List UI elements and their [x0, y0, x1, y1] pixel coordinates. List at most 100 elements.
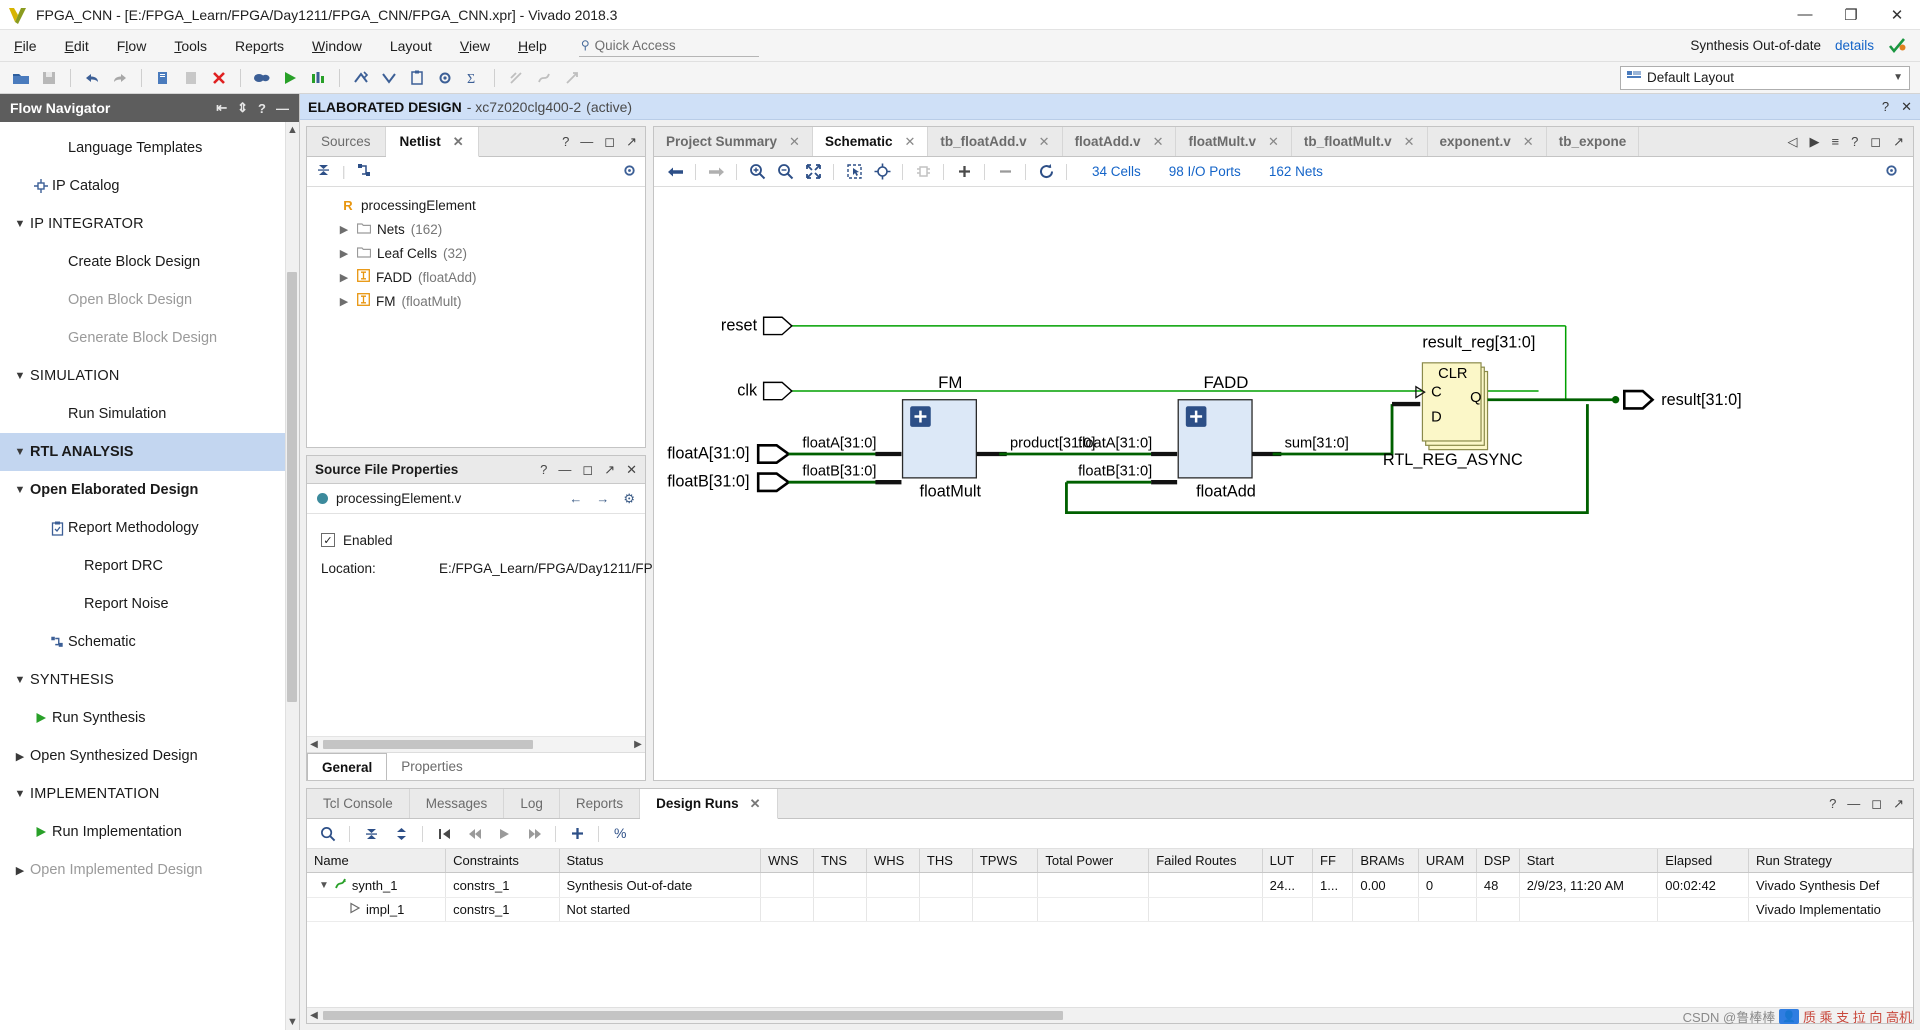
column-header-elapsed[interactable]: Elapsed	[1657, 849, 1750, 873]
chevron-right-icon[interactable]: ▶	[337, 223, 351, 236]
chevron-down-icon[interactable]: ▼	[10, 370, 30, 382]
expand-icon[interactable]	[951, 160, 977, 184]
sidebar-item-language-templates[interactable]: Language Templates	[0, 129, 285, 167]
zoom-fit-icon[interactable]	[800, 160, 826, 184]
expand-toggle-icon[interactable]: ⇕	[237, 100, 248, 116]
sidebar-item-schematic[interactable]: Schematic	[0, 623, 285, 661]
help-icon[interactable]: ?	[258, 101, 266, 116]
close-icon[interactable]: ✕	[1039, 134, 1050, 150]
close-icon[interactable]: ✕	[750, 796, 761, 812]
zoom-area-icon[interactable]	[841, 160, 867, 184]
copy-icon[interactable]	[150, 65, 176, 91]
close-icon[interactable]: ✕	[1153, 134, 1164, 150]
design-runs-table-wrap[interactable]: Name Constraints Status WNS TNS WHS THS TPWS Tot…	[307, 849, 1913, 1007]
gear-icon[interactable]	[432, 65, 458, 91]
sidebar-item-report-drc[interactable]: Report DRC	[0, 547, 285, 585]
netlist-node-leaf-cells[interactable]: ▶ Leaf Cells (32)	[313, 241, 645, 265]
implement-icon[interactable]	[348, 65, 374, 91]
scroll-down-icon[interactable]: ▼	[287, 1014, 298, 1030]
tab-sources[interactable]: Sources	[307, 127, 386, 156]
netlist-node-processingelement[interactable]: RprocessingElement	[313, 193, 645, 217]
tab-tb-floatadd-v[interactable]: tb_floatAdd.v ✕	[928, 127, 1063, 156]
layout-selector[interactable]: Default Layout ▼	[1620, 65, 1910, 90]
back-arrow-icon[interactable]	[662, 160, 688, 184]
menu-file[interactable]: File	[0, 34, 51, 58]
column-header-tpws[interactable]: TPWS	[972, 849, 1039, 873]
column-header-name[interactable]: Name	[307, 849, 447, 873]
tab-project-summary[interactable]: Project Summary ✕	[654, 127, 813, 156]
scroll-left-icon[interactable]: ◀	[307, 739, 321, 750]
tab-netlist[interactable]: Netlist ✕	[385, 127, 479, 157]
help-icon[interactable]: ?	[1829, 796, 1836, 811]
column-header-tns[interactable]: TNS	[813, 849, 867, 873]
collapse-all-icon[interactable]	[315, 162, 332, 181]
search-icon[interactable]	[315, 822, 341, 846]
save-icon[interactable]	[36, 65, 62, 91]
sidebar-item-create-block-design[interactable]: Create Block Design	[0, 243, 285, 281]
close-icon[interactable]: ✕	[1404, 134, 1415, 150]
tab-schematic[interactable]: Schematic ✕	[812, 127, 929, 156]
sidebar-item-run-synthesis[interactable]: Run Synthesis	[0, 699, 285, 737]
column-header-wns[interactable]: WNS	[760, 849, 815, 873]
chevron-right-icon[interactable]: ▶	[10, 750, 30, 763]
menu-reports[interactable]: Reports	[221, 34, 298, 58]
menu-view[interactable]: View	[446, 34, 504, 58]
close-icon[interactable]: ✕	[789, 134, 800, 150]
play-icon[interactable]	[491, 822, 517, 846]
collapse-all-icon[interactable]	[358, 822, 384, 846]
run-icon[interactable]	[277, 65, 303, 91]
sigma-icon[interactable]: Σ	[460, 65, 486, 91]
column-header-brams[interactable]: BRAMs	[1352, 849, 1419, 873]
sidebar-item-open-implemented-design[interactable]: ▶ Open Implemented Design	[0, 851, 285, 889]
column-header-ff[interactable]: FF	[1312, 849, 1354, 873]
tab-exponent-v[interactable]: exponent.v ✕	[1428, 127, 1547, 156]
close-icon[interactable]: ✕	[1901, 99, 1912, 115]
column-header-status[interactable]: Status	[559, 849, 762, 873]
sidebar-item-rtl-analysis[interactable]: ▼ RTL ANALYSIS	[0, 433, 285, 471]
properties-hscrollbar[interactable]: ◀ ▶	[307, 736, 645, 752]
chevron-down-icon[interactable]: ▼	[10, 674, 30, 686]
percent-icon[interactable]: %	[607, 822, 633, 846]
sidebar-item-simulation[interactable]: ▼ SIMULATION	[0, 357, 285, 395]
maximize-icon[interactable]: ◻	[1870, 134, 1881, 150]
chevron-right-icon[interactable]: ▶	[10, 864, 30, 877]
sidebar-item-open-synthesized-design[interactable]: ▶ Open Synthesized Design	[0, 737, 285, 775]
close-icon[interactable]: ✕	[1268, 134, 1279, 150]
tab-floatmult-v[interactable]: floatMult.v ✕	[1176, 127, 1292, 156]
table-row[interactable]: ▼ synth_1 constrs_1 Synthesis Out-of-date 24…	[307, 872, 1913, 898]
zoom-out-icon[interactable]	[772, 160, 798, 184]
hscroll-thumb[interactable]	[323, 740, 533, 749]
tab-floatadd-v[interactable]: floatAdd.v ✕	[1063, 127, 1177, 156]
column-header-ths[interactable]: THS	[919, 849, 973, 873]
close-icon[interactable]: ✕	[626, 462, 637, 478]
schematic-canvas[interactable]: reset clk floatA[31:0] floatB[31:0] FM f…	[654, 187, 1913, 780]
help-icon[interactable]: ?	[1851, 134, 1858, 149]
column-header-whs[interactable]: WHS	[866, 849, 920, 873]
hscroll-thumb[interactable]	[323, 1011, 1063, 1020]
prev-tab-icon[interactable]: ◁	[1787, 134, 1797, 150]
status-details-link[interactable]: details	[1835, 38, 1874, 53]
crosshair-icon[interactable]	[869, 160, 895, 184]
design-runs-hscrollbar[interactable]: ◀	[307, 1007, 1913, 1023]
first-icon[interactable]	[431, 822, 457, 846]
help-icon[interactable]: ?	[562, 134, 569, 149]
gear-icon[interactable]	[622, 163, 637, 181]
table-row[interactable]: impl_1 constrs_1 Not started Vivado Impleme…	[307, 897, 1913, 922]
collapse-all-icon[interactable]: ⇤	[216, 100, 227, 116]
scroll-up-icon[interactable]: ▲	[287, 122, 298, 138]
close-button[interactable]: ✕	[1874, 0, 1920, 30]
run-synthesis-icon[interactable]	[305, 65, 331, 91]
column-header-constraints[interactable]: Constraints	[445, 849, 560, 873]
floorplan-icon[interactable]	[503, 65, 529, 91]
sidebar-item-report-noise[interactable]: Report Noise	[0, 585, 285, 623]
float-icon[interactable]: ↗	[604, 462, 615, 478]
chevron-right-icon[interactable]: ▶	[337, 271, 351, 284]
settings-project-icon[interactable]	[249, 65, 275, 91]
float-icon[interactable]: ↗	[1893, 796, 1904, 812]
tab-tcl-console[interactable]: Tcl Console	[307, 789, 410, 818]
next-tab-icon[interactable]: ▶	[1809, 134, 1819, 150]
gear-icon[interactable]: ⚙	[623, 491, 635, 507]
sidebar-item-run-simulation[interactable]: Run Simulation	[0, 395, 285, 433]
chevron-down-icon[interactable]: ▼	[10, 484, 30, 496]
tab-general[interactable]: General	[307, 753, 388, 780]
